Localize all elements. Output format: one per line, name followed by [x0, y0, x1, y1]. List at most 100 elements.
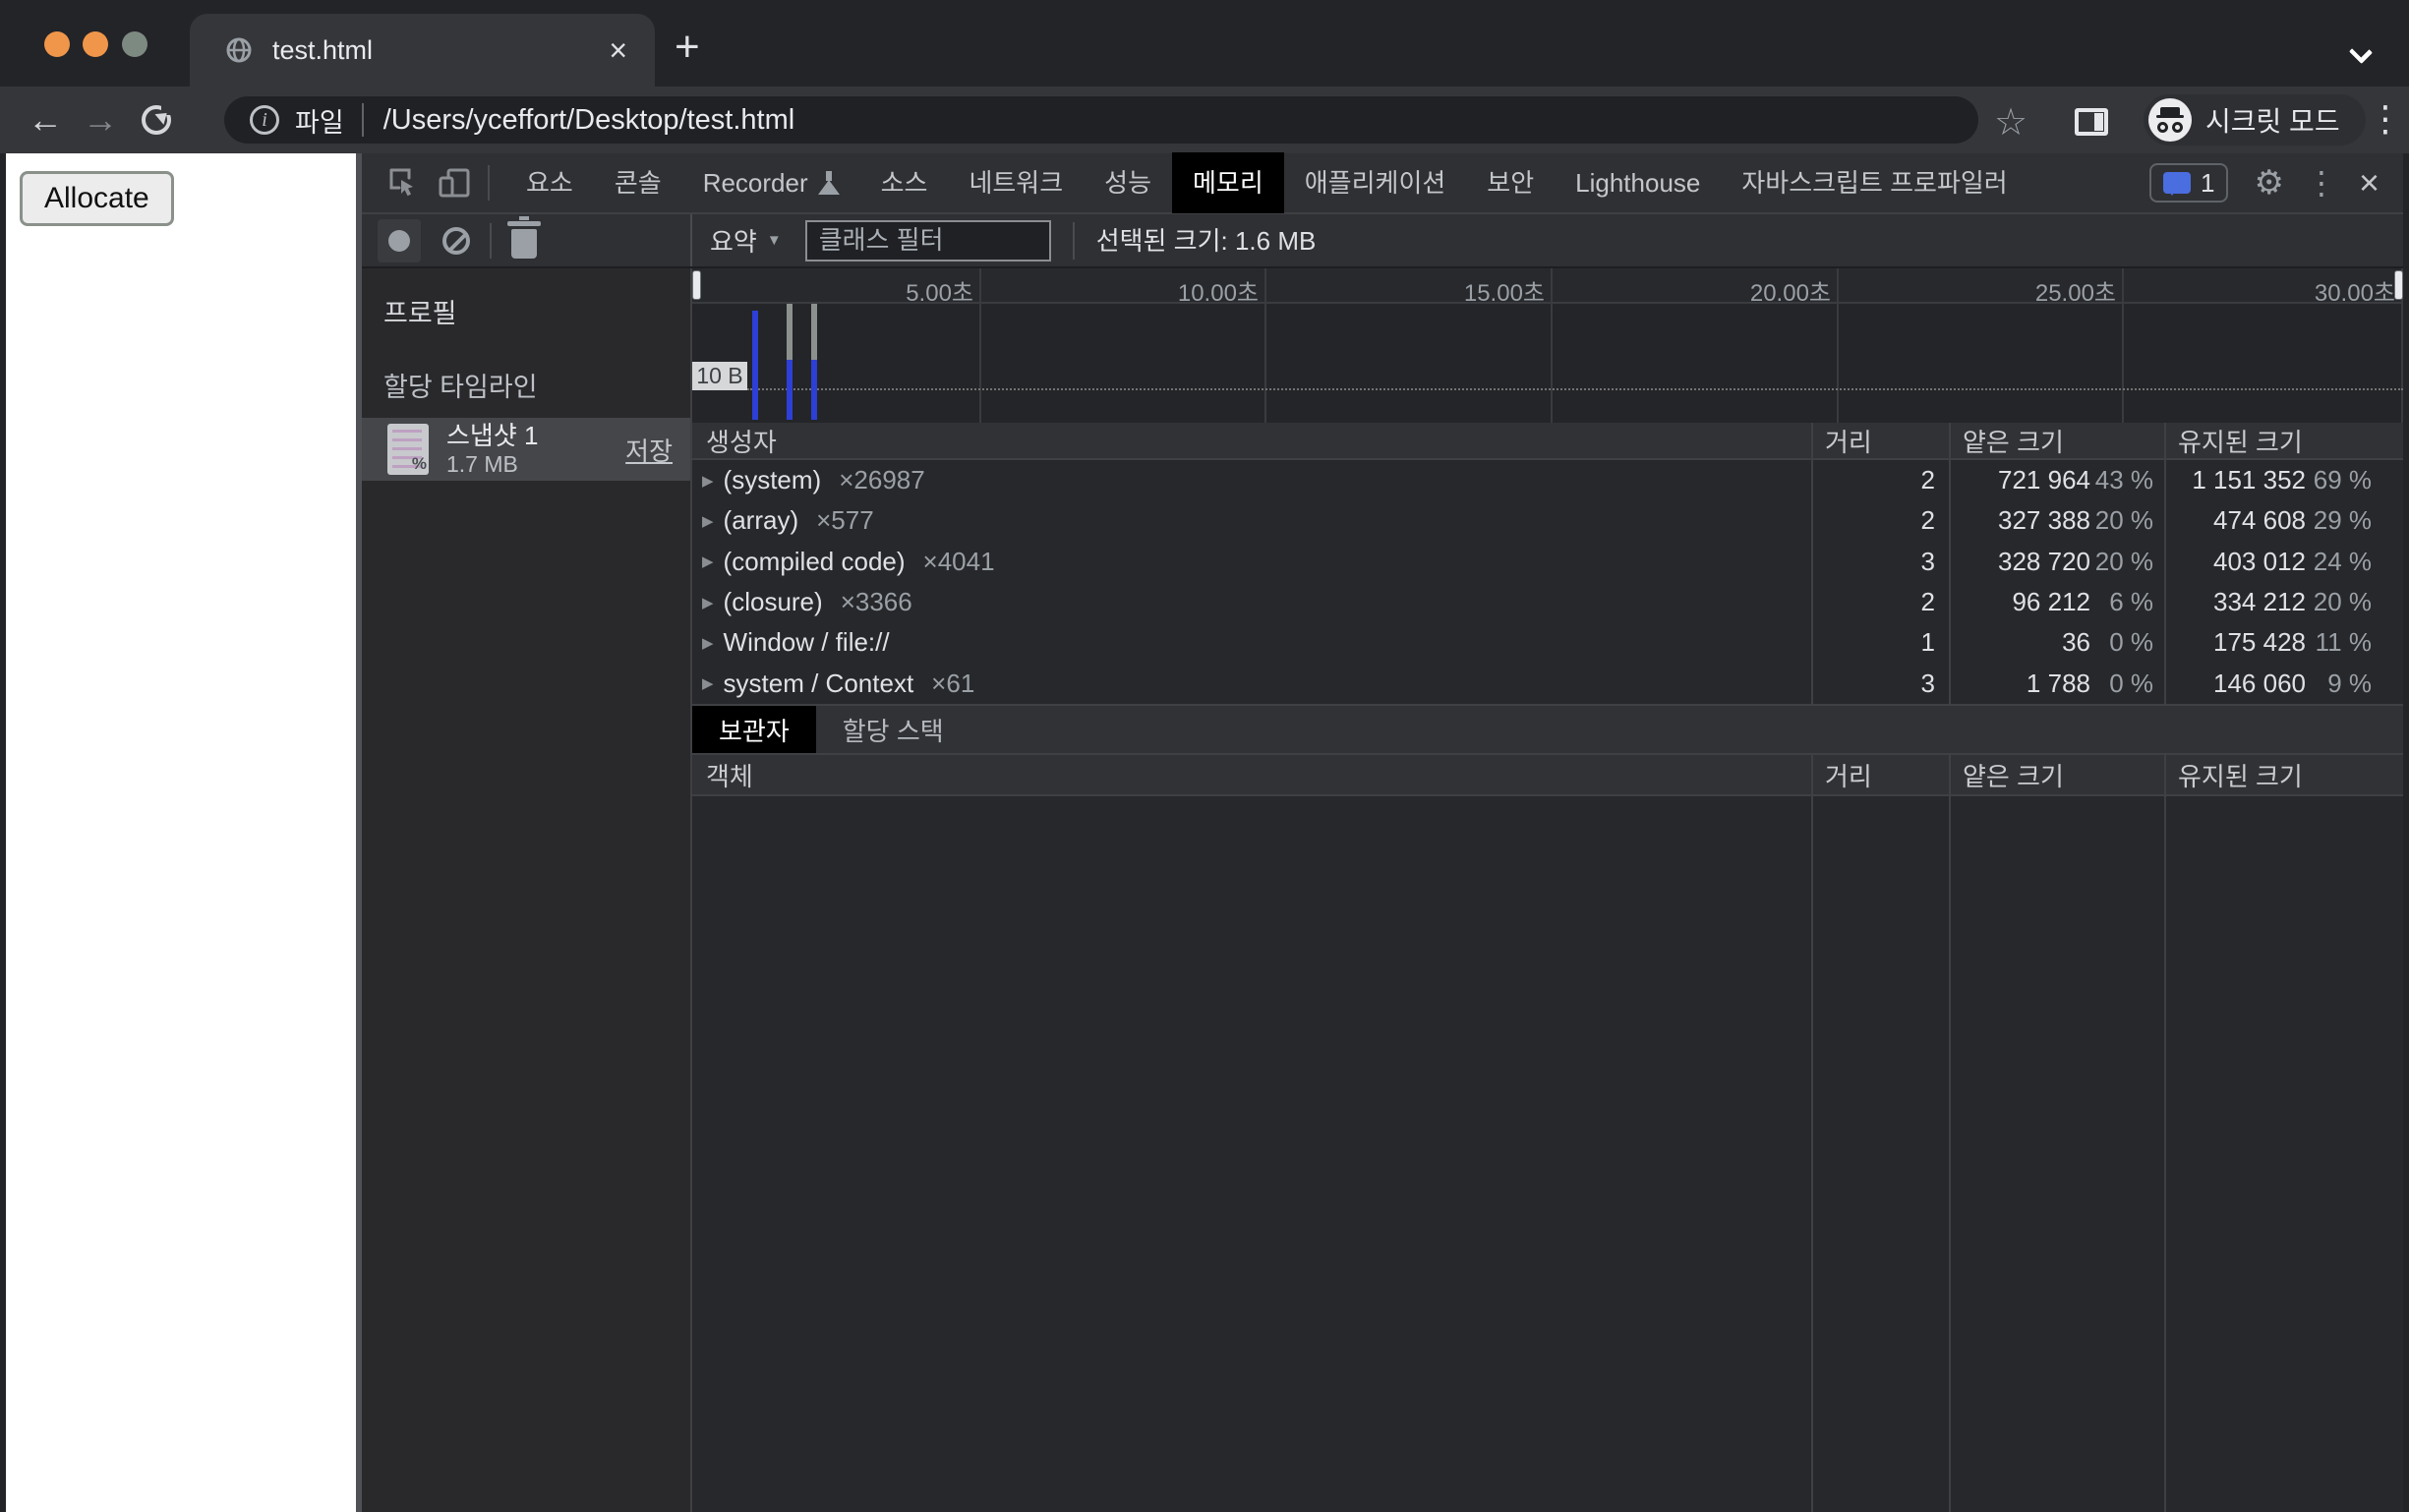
incognito-icon [2148, 98, 2192, 142]
clear-profiles-icon[interactable] [442, 227, 470, 255]
snapshot-size: 1.7 MB [446, 451, 538, 477]
browser-window: test.html × + ← → i 파일 /Users/yceffort/D… [0, 0, 2409, 1512]
expander-icon[interactable]: ▶ [702, 594, 714, 611]
allocation-bar [787, 360, 793, 420]
expander-icon[interactable]: ▶ [702, 512, 714, 530]
table-row[interactable]: ▶(compiled code)×4041 3 328 72020 % 403 … [692, 542, 2403, 582]
browser-tab[interactable]: test.html × [190, 14, 655, 87]
devtools-panel: 요소 콘솔 Recorder 소스 네트워크 성능 메모리 애플리케이션 보안 … [362, 153, 2403, 1512]
tab-strip: test.html × + [0, 0, 2409, 87]
web-page: Allocate [6, 153, 356, 1512]
timeline-tick: 10.00초 [1131, 273, 1259, 308]
incognito-badge: 시크릿 모드 [2144, 94, 2366, 145]
url-scheme-chip: 파일 [295, 101, 344, 140]
tab-js-profiler[interactable]: 자바스크립트 프로파일러 [1721, 152, 2027, 213]
timeline-tick: 20.00초 [1703, 273, 1831, 308]
allocate-button[interactable]: Allocate [20, 171, 174, 226]
memory-toolbar: 요약 ▼ 선택된 크기: 1.6 MB [362, 214, 2403, 268]
allocation-timeline[interactable]: 5.00초 10.00초 15.00초 20.00초 25.00초 30.00초 [692, 268, 2403, 423]
allocation-bar-freed [787, 304, 793, 360]
table-row[interactable]: ▶Window / file:// 1 360 % 175 42811 % [692, 622, 2403, 663]
tab-lighthouse[interactable]: Lighthouse [1555, 152, 1721, 213]
inspect-element-icon[interactable] [385, 166, 419, 200]
delete-profile-icon[interactable] [511, 229, 537, 259]
settings-gear-icon[interactable]: ⚙ [2254, 163, 2283, 203]
tab-performance[interactable]: 성능 [1084, 152, 1172, 213]
issues-counter[interactable]: 1 [2149, 163, 2228, 203]
tab-memory[interactable]: 메모리 [1172, 152, 1284, 213]
expander-icon[interactable]: ▶ [702, 552, 714, 570]
tabbar-separator [488, 165, 490, 201]
bookmark-star-icon[interactable]: ☆ [1994, 100, 2027, 145]
window-zoom-button[interactable] [122, 31, 147, 57]
devtools-menu-icon[interactable]: ⋮ [2306, 164, 2337, 202]
tab-application[interactable]: 애플리케이션 [1284, 152, 1467, 213]
expander-icon[interactable]: ▶ [702, 674, 714, 692]
col-constructor[interactable]: 생성자 [692, 423, 1811, 458]
expander-icon[interactable]: ▶ [702, 472, 714, 490]
side-panel-icon[interactable] [2075, 108, 2108, 136]
tab-close-icon[interactable]: × [609, 34, 627, 66]
record-heap-button[interactable] [378, 219, 421, 262]
allocation-bar [811, 360, 817, 420]
tab-allocation-stack[interactable]: 할당 스택 [816, 706, 970, 753]
profile-actions [362, 214, 692, 266]
tab-elements[interactable]: 요소 [505, 152, 594, 213]
col-distance[interactable]: 거리 [1813, 423, 1872, 459]
tab-search-chevron-icon[interactable] [2349, 40, 2373, 64]
range-handle-right[interactable] [2394, 270, 2403, 300]
range-handle-left[interactable] [692, 270, 701, 300]
back-button[interactable]: ← [18, 99, 73, 141]
tab-network[interactable]: 네트워크 [948, 152, 1084, 213]
table-row[interactable]: ▶(array)×577 2 327 38820 % 474 60829 % [692, 500, 2403, 541]
constructor-table-header: 생성자 거리 얕은 크기 유지된 크기 [692, 423, 2403, 460]
window-close-button[interactable] [44, 31, 70, 57]
class-filter-input[interactable] [805, 220, 1051, 262]
tab-console[interactable]: 콘솔 [594, 152, 682, 213]
snapshot-item[interactable]: % 스냅샷 1 1.7 MB 저장 [362, 418, 690, 481]
tab-recorder[interactable]: Recorder [682, 152, 860, 213]
col-distance[interactable]: 거리 [1813, 757, 1872, 793]
profiles-sidebar: 프로필 할당 타임라인 % 스냅샷 1 1.7 MB 저장 [362, 268, 692, 1512]
url-text[interactable]: /Users/yceffort/Desktop/test.html [383, 104, 795, 137]
globe-icon [225, 36, 253, 64]
address-bar[interactable]: i 파일 /Users/yceffort/Desktop/test.html [224, 96, 1978, 144]
timeline-tick: 25.00초 [1988, 273, 2116, 308]
flask-icon [818, 171, 840, 195]
reload-button[interactable] [142, 105, 171, 135]
browser-menu-icon[interactable]: ⋮ [2368, 98, 2403, 140]
devtools-close-icon[interactable]: × [2359, 162, 2380, 204]
col-retained-size[interactable]: 유지된 크기 [2166, 423, 2303, 459]
toolbar-separator [490, 223, 492, 259]
tab-sources[interactable]: 소스 [860, 152, 949, 213]
site-info-icon[interactable]: i [250, 105, 279, 135]
device-toolbar-icon[interactable] [437, 166, 472, 200]
col-shallow-size[interactable]: 얕은 크기 [1951, 423, 2064, 459]
tab-retainers[interactable]: 보관자 [692, 706, 816, 753]
retainers-tabbar: 보관자 할당 스택 [692, 704, 2403, 755]
tab-security[interactable]: 보안 [1466, 152, 1555, 213]
perspective-select[interactable]: 요약 ▼ [710, 222, 782, 259]
col-retained-size[interactable]: 유지된 크기 [2166, 757, 2303, 793]
forward-button[interactable]: → [73, 99, 128, 141]
snapshot-save-link[interactable]: 저장 [625, 432, 673, 468]
incognito-label: 시크릿 모드 [2205, 100, 2340, 140]
expander-icon[interactable]: ▶ [702, 634, 714, 652]
new-tab-button[interactable]: + [675, 29, 700, 65]
col-shallow-size[interactable]: 얕은 크기 [1951, 757, 2064, 793]
timeline-tick: 30.00초 [2267, 273, 2395, 308]
tab-title: test.html [272, 35, 609, 66]
allocation-bar [752, 311, 758, 420]
snapshot-name: 스냅샷 1 [446, 422, 538, 451]
table-row[interactable]: ▶(closure)×3366 2 96 2126 % 334 21220 % [692, 582, 2403, 622]
col-object[interactable]: 객체 [692, 755, 1811, 794]
retainers-table-header: 객체 거리 얕은 크기 유지된 크기 [692, 755, 2403, 796]
table-row[interactable]: ▶(system)×26987 2 721 96443 % 1 151 3526… [692, 460, 2403, 500]
table-row[interactable]: ▶system / Context×61 3 1 7880 % 146 0609… [692, 664, 2403, 704]
profiles-title: 프로필 [362, 268, 690, 330]
retainers-table-body [692, 796, 2403, 1512]
url-separator [362, 103, 364, 137]
timeline-tick: 5.00초 [846, 273, 973, 308]
window-minimize-button[interactable] [83, 31, 108, 57]
issues-bubble-icon [2163, 172, 2191, 194]
